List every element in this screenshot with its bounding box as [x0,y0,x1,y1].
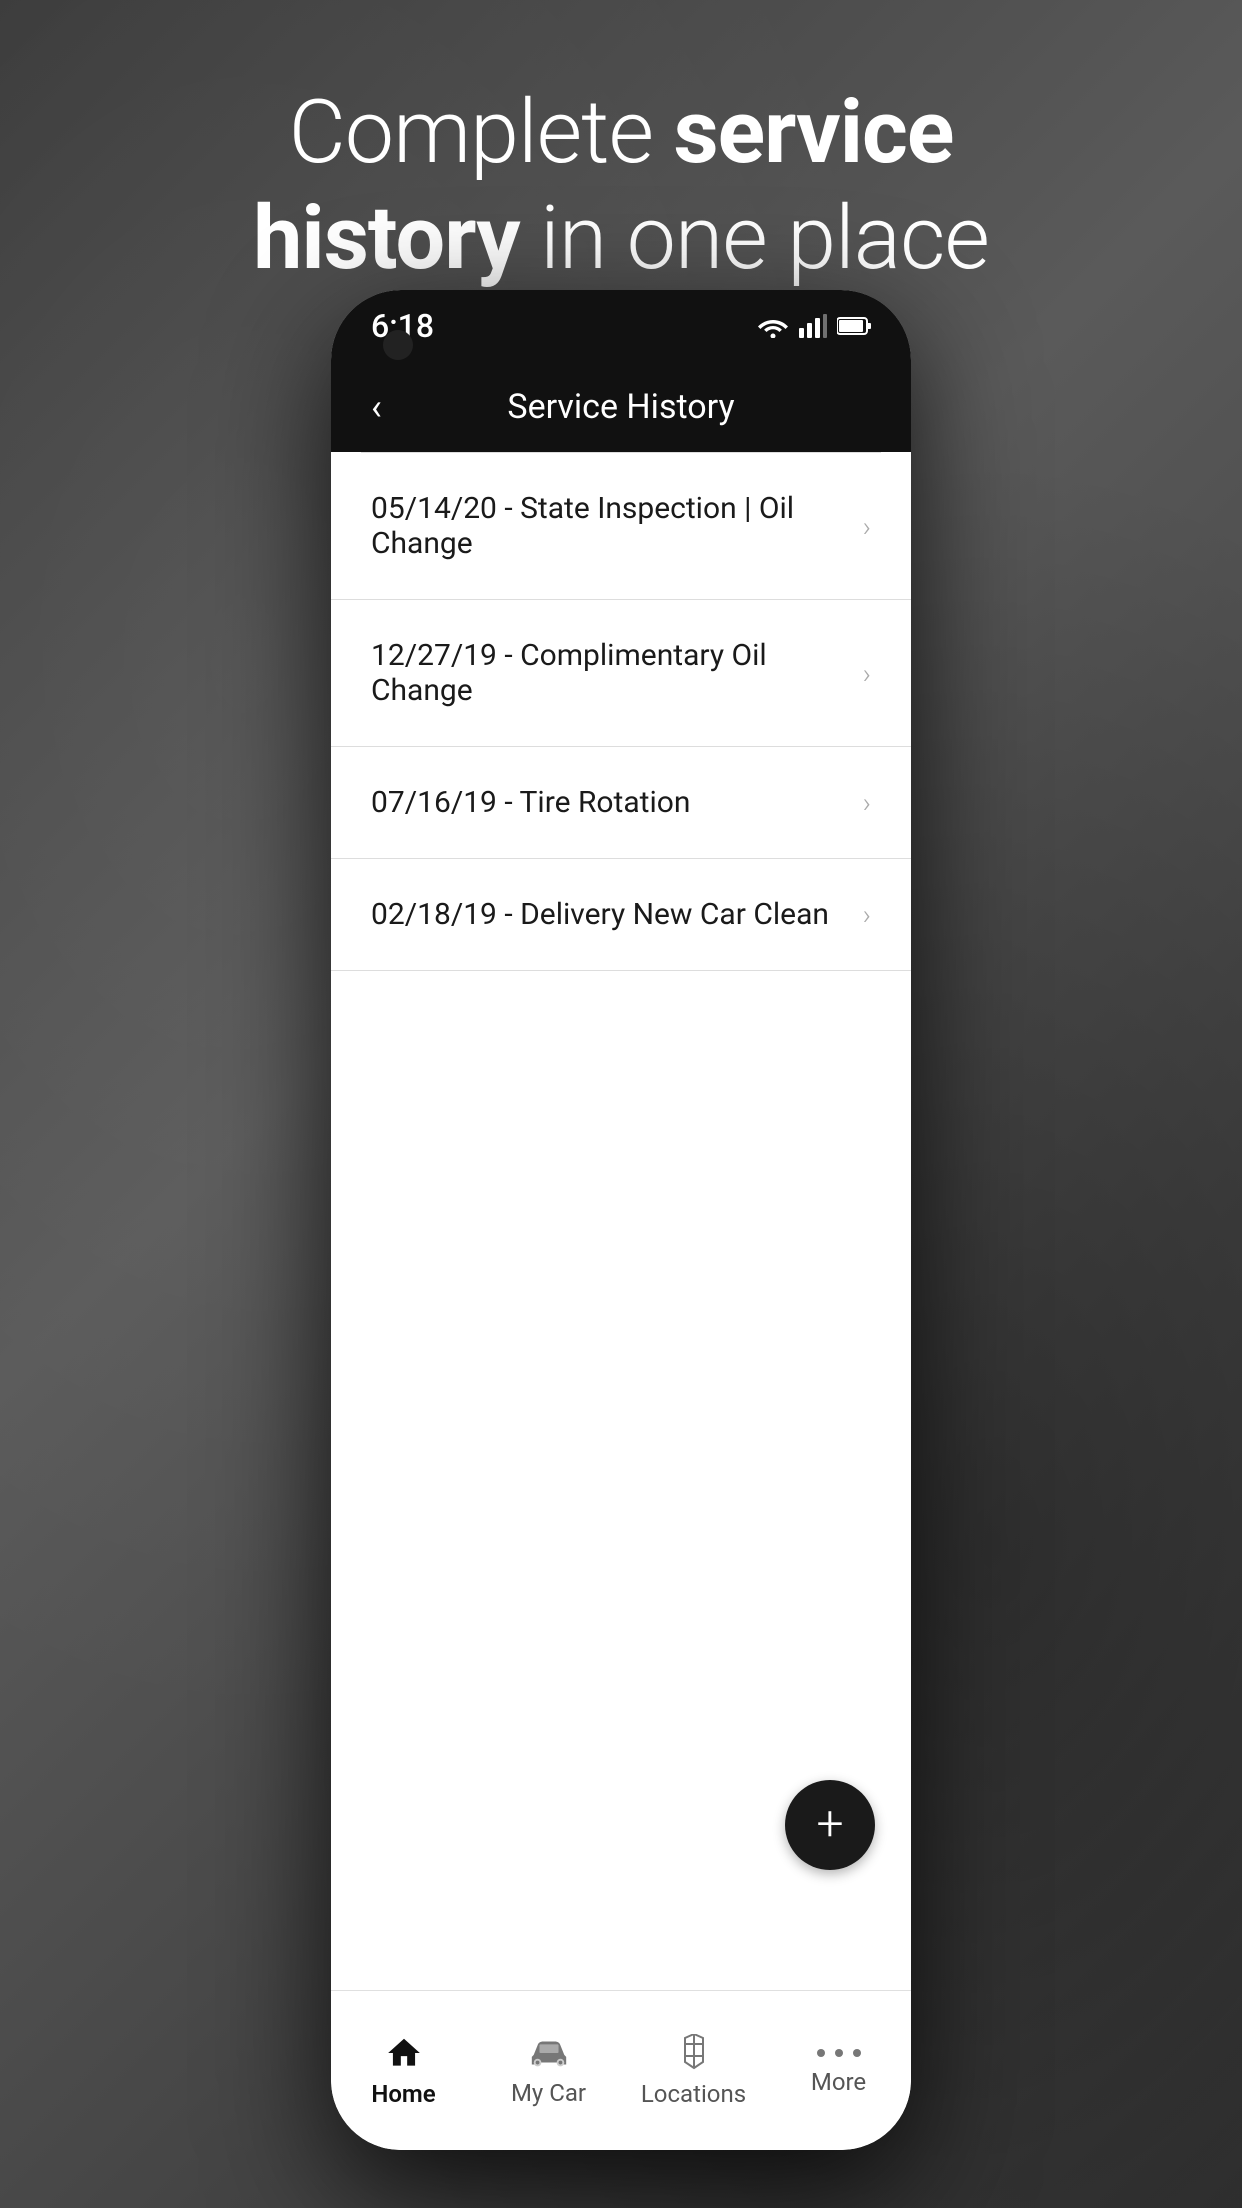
battery-icon [837,316,871,336]
front-camera [383,330,413,360]
map-icon [677,2034,711,2072]
content-area: 05/14/20 - State Inspection | Oil Change… [331,452,911,1990]
service-item-4[interactable]: 02/18/19 - Delivery New Car Clean › [331,859,911,971]
status-bar: 6:18 [331,290,911,362]
back-button[interactable]: ‹ [361,376,392,438]
wifi-icon [757,314,789,338]
car-icon [528,2035,570,2071]
chevron-right-icon-3: › [863,786,871,819]
promo-headline: Complete servicehistory in one place [0,80,1242,291]
add-icon: + [816,1800,843,1848]
headline-text: Complete servicehistory in one place [253,81,989,290]
more-icon [817,2046,861,2060]
chevron-right-icon-2: › [863,657,871,690]
home-icon [385,2034,423,2072]
service-item-1[interactable]: 05/14/20 - State Inspection | Oil Change… [331,453,911,600]
nav-item-locations[interactable]: Locations [621,1991,766,2150]
add-service-fab[interactable]: + [785,1780,875,1870]
phone-screen: 6:18 [331,290,911,2150]
chevron-right-icon-4: › [863,898,871,931]
service-item-text-2: 12/27/19 - Complimentary Oil Change [371,638,863,708]
status-icons [757,314,871,338]
service-list: 05/14/20 - State Inspection | Oil Change… [331,453,911,971]
chevron-right-icon-1: › [863,510,871,543]
service-item-text-4: 02/18/19 - Delivery New Car Clean [371,897,829,932]
nav-item-home[interactable]: Home [331,1991,476,2150]
app-header-title: Service History [507,387,734,427]
app-header: ‹ Service History [331,362,911,452]
nav-label-home: Home [371,2080,435,2108]
nav-item-mycar[interactable]: My Car [476,1991,621,2150]
nav-label-more: More [811,2068,866,2096]
phone-frame: 6:18 [331,290,911,2150]
nav-item-more[interactable]: More [766,1991,911,2150]
service-item-text-1: 05/14/20 - State Inspection | Oil Change [371,491,863,561]
nav-label-mycar: My Car [511,2079,586,2107]
nav-label-locations: Locations [641,2080,746,2108]
bottom-nav: Home My Car [331,1990,911,2150]
service-item-3[interactable]: 07/16/19 - Tire Rotation › [331,747,911,859]
service-item-text-3: 07/16/19 - Tire Rotation [371,785,690,820]
signal-icon [799,314,827,338]
service-item-2[interactable]: 12/27/19 - Complimentary Oil Change › [331,600,911,747]
